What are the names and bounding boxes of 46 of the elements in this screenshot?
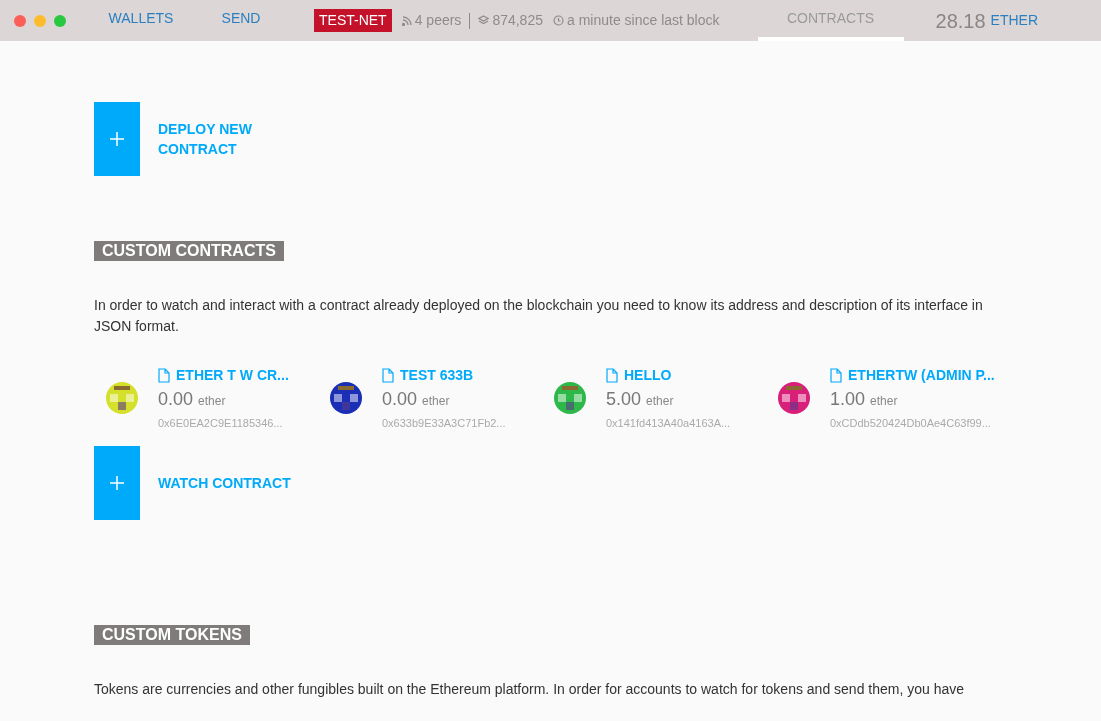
balance-unit: ETHER bbox=[990, 11, 1039, 30]
document-icon bbox=[382, 368, 394, 383]
section-heading: CUSTOM TOKENS bbox=[94, 624, 250, 645]
plus-icon bbox=[94, 445, 140, 520]
nav-tab[interactable]: WALLETS bbox=[96, 0, 186, 41]
contract-address: 0x6E0EA2C9E1185346... bbox=[158, 416, 284, 431]
section-description: Tokens are currencies and other fungibles built on the Ethereum platform. In order for accounts to watch for tokens and send them, you have bbox=[94, 679, 965, 699]
contract-name: TEST 633B bbox=[400, 366, 474, 385]
document-icon bbox=[606, 368, 618, 383]
contract-balance: 0.00 bbox=[158, 388, 194, 411]
contract-address: 0xCDdb520424Db0Ae4C63f99... bbox=[830, 416, 992, 431]
balance-unit: ether bbox=[198, 393, 226, 410]
contract-address: 0x141fd413A40a4163A... bbox=[606, 416, 731, 431]
balance-unit: ether bbox=[646, 393, 674, 410]
document-icon bbox=[158, 368, 170, 383]
contract-address: 0x633b9E33A3C71Fb2... bbox=[382, 416, 506, 431]
contract-balance: 5.00 bbox=[606, 388, 642, 411]
contract-name: ETHERTW (ADMIN P... bbox=[848, 366, 995, 385]
block-number: 874,825 bbox=[492, 11, 543, 30]
network-badge: TEST-NET bbox=[314, 9, 392, 32]
watch-contract-button[interactable]: WATCH CONTRACT bbox=[94, 445, 291, 520]
close-icon[interactable] bbox=[14, 14, 26, 27]
layers-icon bbox=[478, 15, 490, 26]
maximize-icon[interactable] bbox=[54, 14, 66, 27]
contract-card[interactable]: HELLO 5.00 ether 0x141fd413A40a4163A... bbox=[542, 365, 766, 432]
deploy-contract-button[interactable]: DEPLOY NEW CONTRACT bbox=[94, 102, 268, 176]
balance-amount: 28.18 bbox=[935, 8, 986, 34]
contract-card[interactable]: TEST 633B 0.00 ether 0x633b9E33A3C71Fb2... bbox=[318, 365, 542, 432]
contract-balance: 0.00 bbox=[382, 388, 418, 411]
peers-text: 4 peers bbox=[414, 11, 462, 30]
signal-icon bbox=[401, 15, 412, 26]
nav-tab[interactable]: CONTRACTS bbox=[757, 0, 904, 41]
contract-name: HELLO bbox=[624, 366, 672, 385]
last-block-text: a minute since last block bbox=[567, 11, 720, 30]
contract-card[interactable]: ETHER T W CR... 0.00 ether 0x6E0EA2C9E1185346... bbox=[94, 365, 318, 432]
balance-unit: ether bbox=[870, 393, 898, 410]
document-icon bbox=[830, 368, 842, 383]
nav-tab[interactable]: SEND bbox=[186, 0, 296, 41]
section-description: In order to watch and interact with a contract already deployed on the blockchain you need to know its address and description of its interface in JSON format. bbox=[94, 296, 984, 336]
section-heading: CUSTOM CONTRACTS bbox=[94, 241, 284, 261]
clock-icon bbox=[553, 15, 564, 26]
plus-icon bbox=[94, 102, 140, 176]
balance-unit: ether bbox=[422, 393, 450, 410]
contract-name: ETHER T W CR... bbox=[176, 366, 289, 385]
contract-balance: 1.00 bbox=[830, 388, 866, 411]
minimize-icon[interactable] bbox=[34, 14, 46, 27]
